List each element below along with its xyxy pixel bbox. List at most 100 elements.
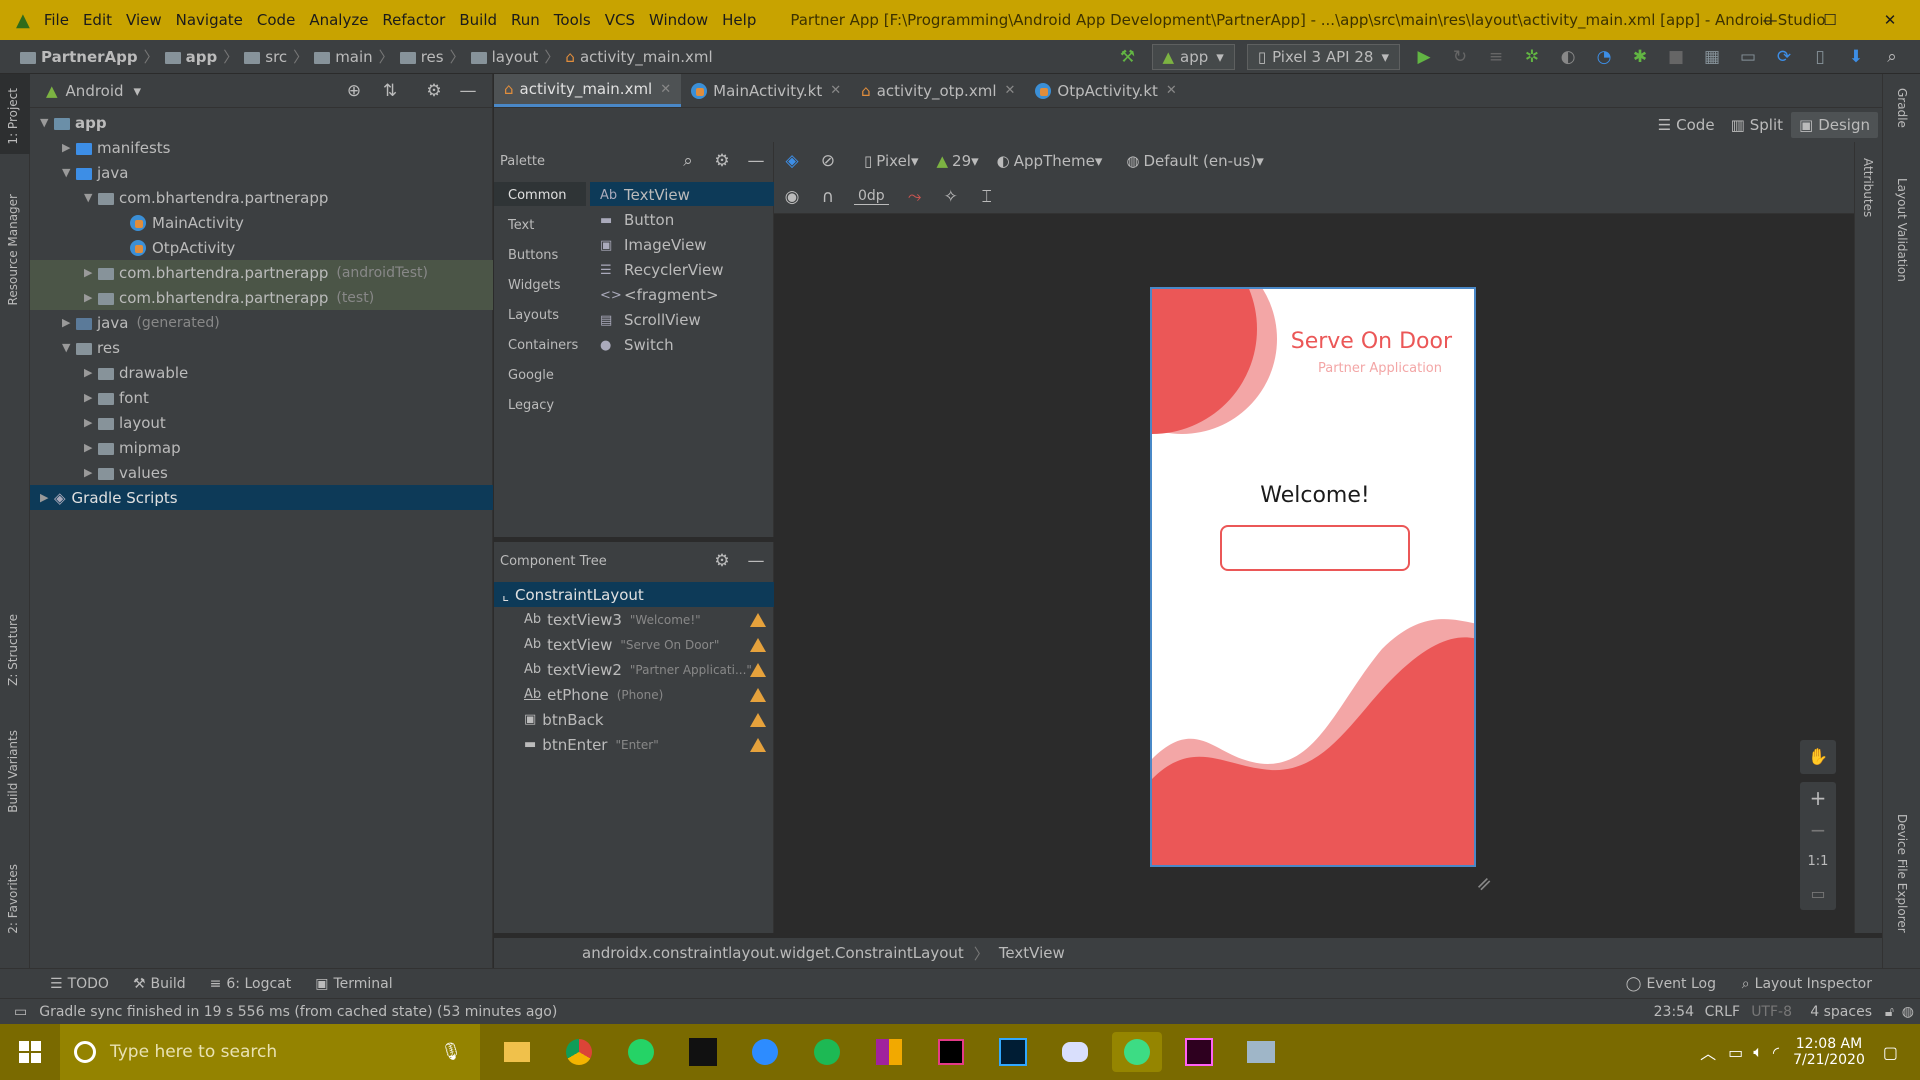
file-explorer-app[interactable] bbox=[492, 1032, 542, 1072]
apply-changes-icon[interactable]: ↻ bbox=[1450, 47, 1470, 67]
tree-item-package[interactable]: ▼ com.bhartendra.partnerapp bbox=[30, 185, 493, 210]
locale-menu[interactable]: ◍ Default (en-us) ▾ bbox=[1126, 152, 1263, 170]
logcat-button[interactable]: ≡ 6: Logcat bbox=[210, 976, 292, 992]
eye-icon[interactable]: ◉ bbox=[782, 187, 802, 207]
magnet-icon[interactable]: ∩ bbox=[818, 187, 838, 207]
run-config-select[interactable]: ▲ app ▾ bbox=[1151, 44, 1235, 70]
palette-category-text[interactable]: Text bbox=[508, 218, 534, 233]
tab-device-file-explorer[interactable]: Device File Explorer bbox=[1895, 814, 1909, 933]
tree-root-constraintlayout[interactable]: ⌞ ConstraintLayout bbox=[494, 582, 774, 607]
tab-favorites[interactable]: 2: Favorites bbox=[6, 864, 20, 934]
tree-item-java[interactable]: ▼ java bbox=[30, 160, 493, 185]
debug-icon[interactable]: ✲ bbox=[1522, 47, 1542, 67]
status-panel-icon[interactable]: ▭ bbox=[14, 1004, 27, 1020]
api-menu[interactable]: ▲ 29 ▾ bbox=[937, 152, 979, 170]
palette-item-button[interactable]: ▬ Button bbox=[600, 211, 674, 229]
phone-input[interactable] bbox=[1220, 525, 1410, 571]
breadcrumb-res[interactable]: res 〉 bbox=[399, 46, 465, 67]
palette-category-google[interactable]: Google bbox=[508, 368, 554, 383]
tree-item-mipmap[interactable]: ▶ mipmap bbox=[30, 435, 493, 460]
intellij-app[interactable] bbox=[926, 1032, 976, 1072]
windows-start-button[interactable] bbox=[0, 1024, 60, 1080]
line-separator[interactable]: CRLF bbox=[1705, 1004, 1740, 1020]
attach-debugger-icon[interactable]: ✱ bbox=[1630, 47, 1650, 67]
warning-icon[interactable] bbox=[750, 687, 766, 702]
tree-item-btnenter[interactable]: ▬ btnEnter "Enter" bbox=[494, 732, 774, 757]
minimize-button[interactable]: — bbox=[1740, 0, 1800, 40]
layout-inspector-button[interactable]: ⌕ Layout Inspector bbox=[1742, 976, 1872, 992]
coverage-icon[interactable]: ◐ bbox=[1558, 47, 1578, 67]
menu-vcs[interactable]: VCS bbox=[605, 11, 635, 29]
menu-code[interactable]: Code bbox=[257, 11, 295, 29]
menu-help[interactable]: Help bbox=[722, 11, 756, 29]
tab-activity-main-xml[interactable]: ⌂ activity_main.xml ✕ bbox=[494, 74, 682, 107]
breadcrumb-main[interactable]: main 〉 bbox=[314, 46, 394, 67]
infer-constraints-icon[interactable]: ✧ bbox=[941, 187, 961, 207]
device-menu[interactable]: ▯ Pixel ▾ bbox=[864, 152, 919, 170]
tab-otpactivity-kt[interactable]: OtpActivity.kt ✕ bbox=[1025, 74, 1186, 107]
layout-preview[interactable]: Serve On Door Partner Application Welcom… bbox=[1150, 287, 1476, 867]
tab-mainactivity-kt[interactable]: MainActivity.kt ✕ bbox=[681, 74, 851, 107]
adobe-xd-app[interactable] bbox=[1174, 1032, 1224, 1072]
tree-item-mainactivity[interactable]: MainActivity bbox=[30, 210, 493, 235]
locate-icon[interactable]: ⊕ bbox=[344, 81, 364, 101]
search-icon[interactable]: ⌕ bbox=[1882, 47, 1902, 67]
gear-icon[interactable]: ⚙ bbox=[712, 151, 732, 171]
file-encoding[interactable]: UTF-8 bbox=[1751, 1004, 1792, 1020]
gradle-sync-icon[interactable]: ⟳ bbox=[1774, 47, 1794, 67]
caret-position[interactable]: 23:54 bbox=[1654, 1004, 1694, 1020]
tree-item-textview2[interactable]: Ab textView2 "Partner Applicati..." bbox=[494, 657, 774, 682]
palette-item-scrollview[interactable]: ▤ ScrollView bbox=[600, 311, 701, 329]
menu-edit[interactable]: Edit bbox=[83, 11, 112, 29]
warning-icon[interactable] bbox=[750, 637, 766, 652]
palette-category-containers[interactable]: Containers bbox=[508, 338, 578, 353]
tree-item-font[interactable]: ▶ font bbox=[30, 385, 493, 410]
gear-icon[interactable]: ⚙ bbox=[712, 551, 732, 571]
zoom-fit-button[interactable]: ▭ bbox=[1800, 878, 1836, 910]
menu-tools[interactable]: Tools bbox=[554, 11, 591, 29]
tab-layout-validation[interactable]: Layout Validation bbox=[1895, 178, 1909, 282]
tree-item-manifests[interactable]: ▶ manifests bbox=[30, 135, 493, 160]
zoom-app[interactable] bbox=[740, 1032, 790, 1072]
menu-navigate[interactable]: Navigate bbox=[176, 11, 243, 29]
tree-item-textview[interactable]: Ab textView "Serve On Door" bbox=[494, 632, 774, 657]
notifications-icon[interactable]: ▢ bbox=[1883, 1043, 1898, 1062]
tree-item-values[interactable]: ▶ values bbox=[30, 460, 493, 485]
palette-item-switch[interactable]: ● Switch bbox=[600, 336, 674, 354]
breadcrumb-file[interactable]: ⌂ activity_main.xml bbox=[565, 48, 712, 66]
breadcrumb-layout[interactable]: layout 〉 bbox=[470, 46, 559, 67]
pubg-app[interactable] bbox=[678, 1032, 728, 1072]
winrar-app[interactable] bbox=[864, 1032, 914, 1072]
palette-item-recyclerview[interactable]: ☰ RecyclerView bbox=[600, 261, 724, 279]
orientation-icon[interactable]: ⊘ bbox=[818, 151, 838, 171]
palette-category-legacy[interactable]: Legacy bbox=[508, 398, 554, 413]
status-message[interactable]: Gradle sync finished in 19 s 556 ms (fro… bbox=[39, 1004, 557, 1020]
tree-item-app[interactable]: ▼ app bbox=[30, 110, 493, 135]
device-select[interactable]: ▯ Pixel 3 API 28 ▾ bbox=[1246, 44, 1400, 70]
tab-gradle[interactable]: Gradle bbox=[1895, 88, 1909, 128]
warning-icon[interactable] bbox=[750, 662, 766, 677]
terminal-button[interactable]: ▣ Terminal bbox=[315, 976, 392, 992]
zoom-in-button[interactable]: + bbox=[1800, 782, 1836, 814]
menu-analyze[interactable]: Analyze bbox=[309, 11, 368, 29]
menu-view[interactable]: View bbox=[126, 11, 162, 29]
breadcrumb-project[interactable]: PartnerApp 〉 bbox=[20, 46, 159, 67]
clear-constraints-icon[interactable]: ⤳ bbox=[905, 187, 925, 207]
tab-attributes[interactable]: Attributes bbox=[1861, 158, 1875, 217]
tree-item-textview3[interactable]: Ab textView3 "Welcome!" bbox=[494, 607, 774, 632]
tree-item-package-test[interactable]: ▶ com.bhartendra.partnerapp (test) bbox=[30, 285, 493, 310]
warning-icon[interactable] bbox=[750, 612, 766, 627]
tree-item-gradle-scripts[interactable]: ▶ ◈ Gradle Scripts bbox=[30, 485, 493, 510]
run-icon[interactable]: ▶ bbox=[1414, 47, 1434, 67]
close-button[interactable]: ✕ bbox=[1860, 0, 1920, 40]
breadcrumb-app[interactable]: app 〉 bbox=[164, 46, 238, 67]
hide-panel-icon[interactable]: — bbox=[458, 81, 478, 101]
menu-refactor[interactable]: Refactor bbox=[382, 11, 445, 29]
zoom-out-button[interactable]: − bbox=[1800, 814, 1836, 846]
palette-item-imageview[interactable]: ▣ ImageView bbox=[600, 236, 707, 254]
menu-run[interactable]: Run bbox=[511, 11, 540, 29]
maximize-button[interactable]: ☐ bbox=[1800, 0, 1860, 40]
discord-app[interactable] bbox=[1050, 1032, 1100, 1072]
tree-item-res[interactable]: ▼ res bbox=[30, 335, 493, 360]
clock[interactable]: 12:08 AM 7/21/2020 bbox=[1793, 1036, 1865, 1068]
